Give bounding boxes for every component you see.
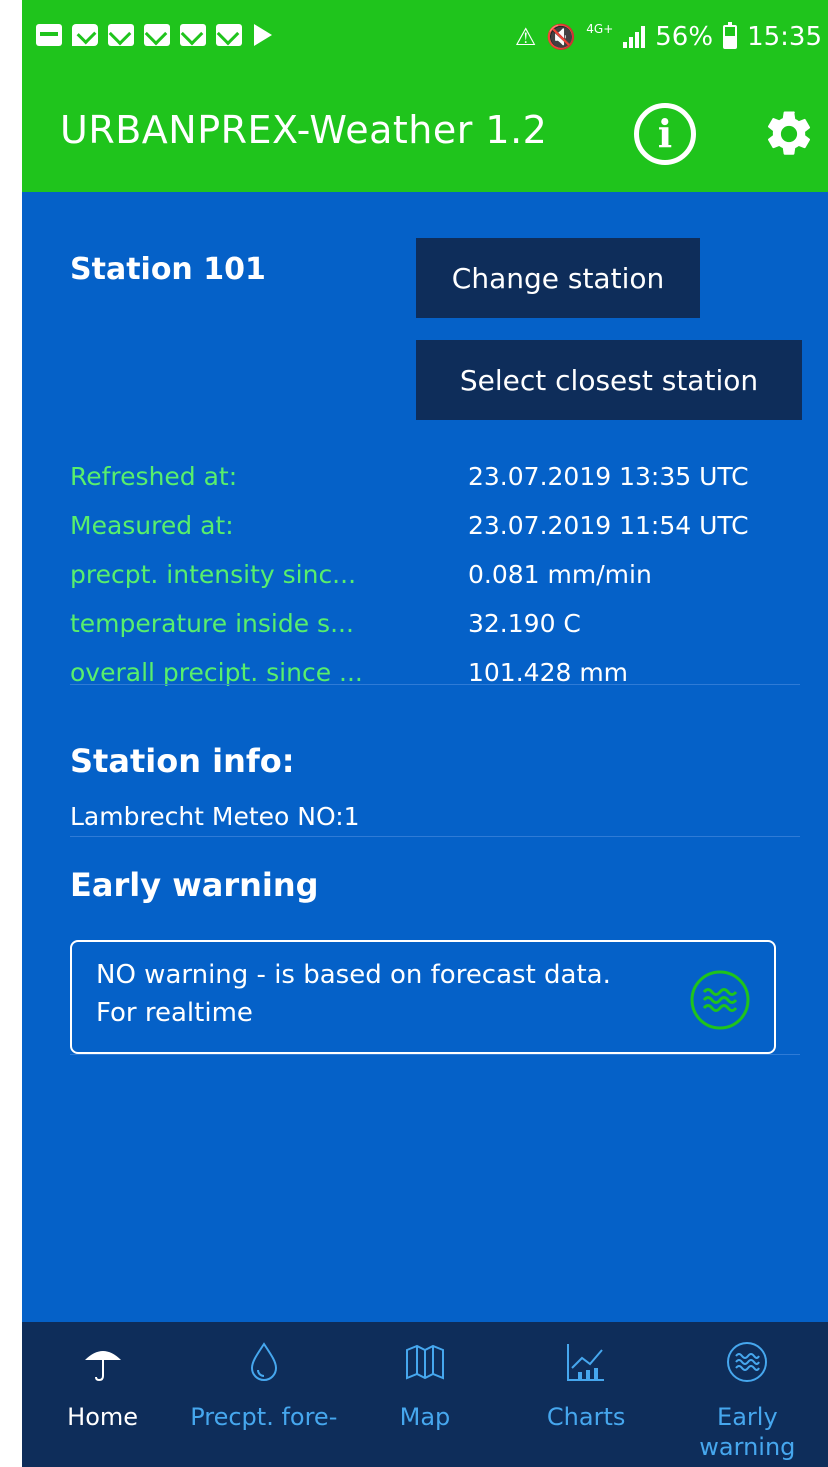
measurement-value: 23.07.2019 11:54 UTC bbox=[468, 511, 749, 540]
play-store-icon bbox=[254, 24, 272, 46]
early-warning-title: Early warning bbox=[70, 866, 319, 904]
info-icon[interactable]: i bbox=[634, 103, 696, 165]
nav-label: Home bbox=[67, 1403, 139, 1431]
battery-icon bbox=[723, 22, 738, 49]
station-info-text: Lambrecht Meteo NO:1 bbox=[70, 802, 360, 831]
nav-map[interactable]: Map bbox=[344, 1322, 505, 1467]
signal-icon bbox=[623, 26, 646, 48]
status-indicators: ⚠ 🔇 4G+ 56% 15:35 bbox=[515, 22, 822, 52]
nav-early-warning[interactable]: Early warning bbox=[667, 1322, 828, 1467]
data-saver-icon: ⚠ bbox=[514, 23, 537, 51]
early-warning-card[interactable]: NO warning - is based on forecast data. … bbox=[70, 940, 776, 1054]
waves-icon bbox=[727, 1342, 768, 1382]
chart-icon bbox=[567, 1344, 605, 1381]
measurement-value: 23.07.2019 13:35 UTC bbox=[468, 462, 749, 491]
station-title: Station 101 bbox=[70, 252, 266, 287]
mail-icon bbox=[216, 24, 242, 46]
divider bbox=[70, 1054, 800, 1055]
change-station-button[interactable]: Change station bbox=[416, 238, 700, 318]
nav-home[interactable]: Home bbox=[22, 1322, 183, 1467]
app-screen: ⚠ 🔇 4G+ 56% 15:35 URBANPREX-Weather 1.2 … bbox=[22, 0, 828, 1467]
bottom-navigation: Home Precpt. fore- Map Charts Early warn… bbox=[22, 1322, 828, 1467]
measurement-label: temperature inside s... bbox=[70, 609, 354, 638]
message-icon bbox=[72, 24, 98, 46]
mail-icon bbox=[108, 24, 134, 46]
measurement-label: Measured at: bbox=[70, 511, 234, 540]
select-closest-station-button[interactable]: Select closest station bbox=[416, 340, 802, 420]
network-type: 4G+ bbox=[586, 22, 614, 36]
nav-label: Precpt. fore- bbox=[190, 1403, 338, 1431]
mute-icon: 🔇 bbox=[546, 23, 577, 51]
app-bar: URBANPREX-Weather 1.2 i bbox=[22, 80, 828, 192]
umbrella-icon bbox=[84, 1351, 121, 1382]
measurement-value: 0.081 mm/min bbox=[468, 560, 652, 589]
gear-icon[interactable] bbox=[762, 107, 816, 161]
measurement-row: Measured at: 23.07.2019 11:54 UTC bbox=[70, 501, 800, 550]
measurement-label: precpt. intensity sinc... bbox=[70, 560, 357, 589]
status-bar: ⚠ 🔇 4G+ 56% 15:35 bbox=[22, 0, 828, 80]
battery-percent: 56% bbox=[655, 22, 714, 52]
app-title: URBANPREX-Weather 1.2 bbox=[60, 108, 548, 152]
mail-icon bbox=[144, 24, 170, 46]
measurements-list: Refreshed at: 23.07.2019 13:35 UTC Measu… bbox=[70, 452, 800, 697]
divider bbox=[70, 684, 800, 685]
mail-icon bbox=[180, 24, 206, 46]
nav-label: Map bbox=[399, 1403, 451, 1431]
map-icon bbox=[405, 1344, 444, 1380]
station-info-title: Station info: bbox=[70, 742, 295, 780]
waves-icon bbox=[690, 970, 750, 1030]
divider bbox=[70, 836, 800, 837]
nav-charts[interactable]: Charts bbox=[506, 1322, 667, 1467]
measurement-value: 32.190 C bbox=[468, 609, 581, 638]
notification-icons bbox=[36, 24, 272, 46]
measurement-row: precpt. intensity sinc... 0.081 mm/min bbox=[70, 550, 800, 599]
drop-icon bbox=[250, 1342, 277, 1381]
nav-precipitation-forecast[interactable]: Precpt. fore- bbox=[183, 1322, 344, 1467]
measurement-row: Refreshed at: 23.07.2019 13:35 UTC bbox=[70, 452, 800, 501]
early-warning-text: NO warning - is based on forecast data. … bbox=[96, 960, 611, 1028]
measurement-label: overall precipt. since ... bbox=[70, 658, 363, 687]
nav-label: Charts bbox=[546, 1403, 626, 1431]
measurement-label: Refreshed at: bbox=[70, 462, 238, 491]
measurement-row: overall precipt. since ... 101.428 mm bbox=[70, 648, 800, 697]
measurement-row: temperature inside s... 32.190 C bbox=[70, 599, 800, 648]
measurement-value: 101.428 mm bbox=[468, 658, 629, 687]
clock: 15:35 bbox=[747, 22, 822, 52]
calendar-icon bbox=[36, 24, 62, 46]
nav-label: Early warning bbox=[699, 1403, 796, 1461]
